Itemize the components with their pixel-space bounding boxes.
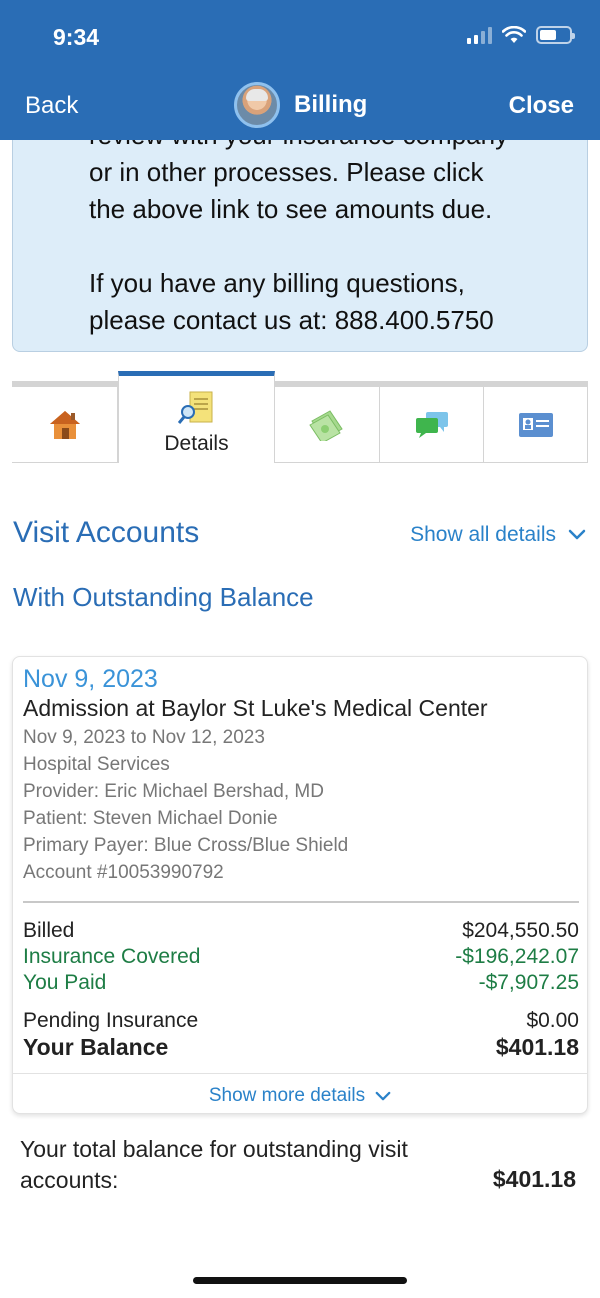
account-number: Account #10053990792 <box>23 862 224 883</box>
account-primary-payer: Primary Payer: Blue Cross/Blue Shield <box>23 835 349 856</box>
account-service-type: Hospital Services <box>23 754 170 775</box>
pending-insurance-value: $0.00 <box>526 1009 579 1032</box>
insurance-covered-value: -$196,242.07 <box>455 945 579 968</box>
tab-bar: Details <box>12 371 588 463</box>
battery-icon <box>536 26 575 44</box>
billing-info-text: review with your insurance company or in… <box>89 117 579 339</box>
id-card-icon <box>518 412 553 437</box>
status-icons <box>467 26 575 44</box>
account-title: Admission at Baylor St Luke's Medical Ce… <box>23 695 488 721</box>
your-balance-value: $401.18 <box>495 1034 579 1060</box>
visit-account-card: Nov 9, 2023 Admission at Baylor St Luke'… <box>12 656 588 1114</box>
divider <box>23 901 579 903</box>
billed-row: Billed $204,550.50 <box>23 919 579 943</box>
account-date: Nov 9, 2023 <box>23 665 158 693</box>
home-indicator[interactable] <box>193 1277 407 1284</box>
money-icon <box>309 409 343 441</box>
chevron-down-icon <box>375 1091 391 1100</box>
you-paid-value: -$7,907.25 <box>478 971 579 994</box>
contact-line: please contact us at: 888.400.5750 <box>89 305 494 335</box>
nav-title-group: Billing <box>234 82 367 128</box>
show-more-details-link[interactable]: Show more details <box>13 1085 587 1107</box>
show-more-details-label: Show more details <box>208 1085 366 1106</box>
chevron-down-icon <box>568 529 586 540</box>
show-all-details-link[interactable]: Show all details <box>410 523 586 547</box>
total-balance-label: Your total balance for outstanding visit… <box>20 1136 408 1193</box>
info-line: the above link to see amounts due. <box>89 194 493 224</box>
home-icon <box>49 410 80 439</box>
billed-label: Billed <box>23 919 75 942</box>
your-balance-row: Your Balance $401.18 <box>23 1034 579 1061</box>
tab-home[interactable] <box>12 387 118 463</box>
divider <box>13 1073 587 1074</box>
tab-messages[interactable] <box>380 387 484 463</box>
account-date-range: Nov 9, 2023 to Nov 12, 2023 <box>23 727 265 748</box>
tab-details[interactable]: Details <box>118 371 275 463</box>
billed-value: $204,550.50 <box>462 919 579 942</box>
insurance-covered-row: Insurance Covered -$196,242.07 <box>23 945 579 969</box>
your-balance-label: Your Balance <box>23 1034 169 1060</box>
avatar <box>234 82 280 128</box>
section-title: Visit Accounts <box>13 516 200 549</box>
status-time: 9:34 <box>53 24 100 50</box>
account-patient: Patient: Steven Michael Donie <box>23 808 278 829</box>
insurance-covered-label: Insurance Covered <box>23 945 201 968</box>
tab-payments[interactable] <box>275 387 380 463</box>
tab-details-label: Details <box>164 431 229 455</box>
tab-id-card[interactable] <box>484 387 588 463</box>
contact-line: If you have any billing questions, <box>89 268 465 298</box>
cellular-signal-icon <box>467 26 492 44</box>
pending-insurance-row: Pending Insurance $0.00 <box>23 1009 579 1033</box>
you-paid-label: You Paid <box>23 971 107 994</box>
page-title: Billing <box>294 91 368 118</box>
back-button[interactable]: Back <box>25 92 78 120</box>
messages-icon <box>415 411 448 438</box>
wifi-icon <box>502 26 526 43</box>
show-all-details-label: Show all details <box>410 523 556 546</box>
total-balance-value: $401.18 <box>492 1166 576 1192</box>
section-subtitle: With Outstanding Balance <box>13 582 314 612</box>
details-icon <box>177 391 212 424</box>
info-line: or in other processes. Please click <box>89 157 484 187</box>
pending-insurance-label: Pending Insurance <box>23 1009 199 1032</box>
close-button[interactable]: Close <box>509 92 574 120</box>
app-header: 9:34 Back Billing Close <box>0 0 600 140</box>
you-paid-row: You Paid -$7,907.25 <box>23 971 579 995</box>
account-provider: Provider: Eric Michael Bershad, MD <box>23 781 324 802</box>
